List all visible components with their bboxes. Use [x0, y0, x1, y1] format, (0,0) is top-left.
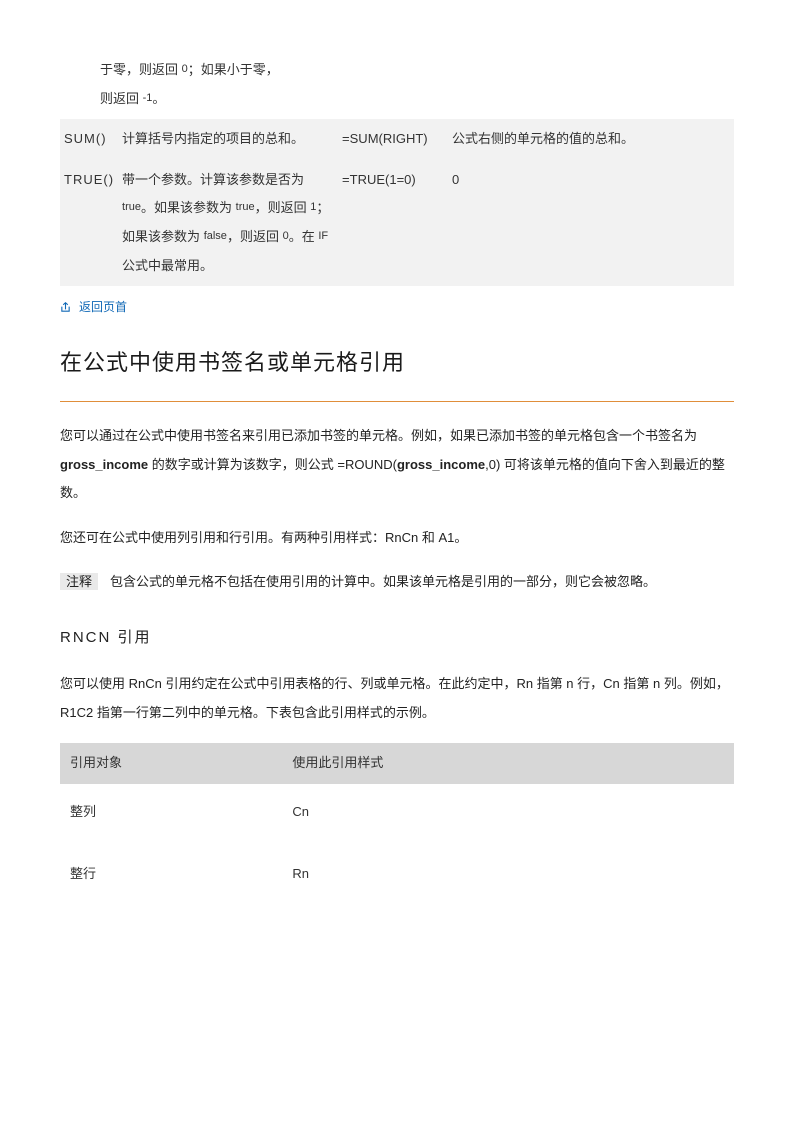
- note-badge: 注释: [60, 573, 98, 590]
- paragraph: 您还可在公式中使用列引用和行引用。有两种引用样式：RnCn 和 A1。: [60, 524, 734, 553]
- func-desc: 计算括号内指定的项目的总和。: [118, 119, 338, 160]
- text: 您可以通过在公式中使用书签名来引用已添加书签的单元格。例如，如果已添加书签的单元…: [60, 428, 697, 443]
- divider: [60, 401, 734, 402]
- text: true: [236, 201, 255, 213]
- text: 包含公式的单元格不包括在使用引用的计算中。如果该单元格是引用的一部分，则它会被忽…: [110, 574, 656, 589]
- table-row: SUM() 计算括号内指定的项目的总和。 =SUM(RIGHT) 公式右侧的单元…: [60, 119, 734, 160]
- text-bold: gross_income: [397, 457, 485, 472]
- func-name: TRUE(): [60, 160, 118, 286]
- back-to-top-label: 返回页首: [79, 294, 127, 320]
- text: 带一个参数。计算该参数是否为: [122, 172, 304, 187]
- func-result: 公式右侧的单元格的值的总和。: [448, 119, 734, 160]
- prev-desc-continuation: 于零，则返回 0；如果小于零， 则返回 -1。: [60, 50, 734, 119]
- text: 。: [152, 91, 165, 106]
- text: 则返回: [100, 91, 139, 106]
- share-up-icon: [60, 302, 71, 313]
- table-row: 整列 Cn: [60, 784, 734, 847]
- ref-object: 整行: [60, 846, 282, 909]
- reference-table: 引用对象 使用此引用样式 整列 Cn 整行 Rn: [60, 743, 734, 909]
- func-example: =SUM(RIGHT): [338, 119, 448, 160]
- document-page: 于零，则返回 0；如果小于零， 则返回 -1。 SUM() 计算括号内指定的项目…: [0, 0, 794, 949]
- text: 的数字或计算为该数字，则公式 =ROUND(: [148, 457, 397, 472]
- ref-style: Cn: [282, 784, 734, 847]
- text: IF: [318, 230, 328, 242]
- func-name: SUM(): [60, 119, 118, 160]
- table-row: 于零，则返回 0；如果小于零， 则返回 -1。: [60, 50, 734, 119]
- back-to-top-link[interactable]: 返回页首: [60, 294, 734, 320]
- table-row: 整行 Rn: [60, 846, 734, 909]
- func-example: =TRUE(1=0): [338, 160, 448, 286]
- table-header: 引用对象: [60, 743, 282, 784]
- ref-object: 整列: [60, 784, 282, 847]
- text: 。在: [289, 229, 315, 244]
- subsection-heading-rncn: RNCN 引用: [60, 621, 734, 654]
- paragraph: 您可以使用 RnCn 引用约定在公式中引用表格的行、列或单元格。在此约定中，Rn…: [60, 670, 734, 727]
- text: -1: [143, 92, 153, 104]
- text: false: [204, 230, 227, 242]
- ref-style: Rn: [282, 846, 734, 909]
- section-heading-bookmark-ref: 在公式中使用书签名或单元格引用: [60, 339, 734, 387]
- table-row: TRUE() 带一个参数。计算该参数是否为 true。如果该参数为 true，则…: [60, 160, 734, 286]
- table-header: 使用此引用样式: [282, 743, 734, 784]
- table-header-row: 引用对象 使用此引用样式: [60, 743, 734, 784]
- paragraph: 您可以通过在公式中使用书签名来引用已添加书签的单元格。例如，如果已添加书签的单元…: [60, 422, 734, 508]
- text-bold: gross_income: [60, 457, 148, 472]
- func-desc: 带一个参数。计算该参数是否为 true。如果该参数为 true，则返回 1；如果…: [118, 160, 338, 286]
- text: 。如果该参数为: [141, 200, 232, 215]
- text: ；如果小于零，: [188, 62, 279, 77]
- func-result: 0: [448, 160, 734, 286]
- formula-table: 于零，则返回 0；如果小于零， 则返回 -1。 SUM() 计算括号内指定的项目…: [60, 50, 734, 286]
- text: 公式中最常用。: [122, 258, 213, 273]
- text: ，则返回: [227, 229, 279, 244]
- text: 于零，则返回: [100, 62, 178, 77]
- text: true: [122, 201, 141, 213]
- text: ，则返回: [255, 200, 307, 215]
- paragraph-note: 注释包含公式的单元格不包括在使用引用的计算中。如果该单元格是引用的一部分，则它会…: [60, 568, 734, 597]
